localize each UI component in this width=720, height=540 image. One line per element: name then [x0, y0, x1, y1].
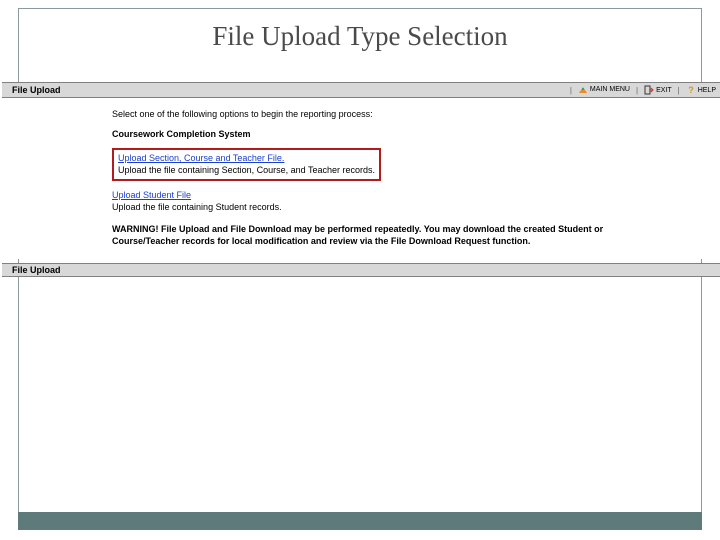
bottom-accent-bar [18, 512, 702, 530]
toolbar-actions: | MAIN MENU | EXIT | ? HELP [568, 85, 716, 95]
main-menu-button[interactable]: MAIN MENU [578, 85, 630, 95]
footer-bar: File Upload [2, 263, 720, 277]
highlighted-option: Upload Section, Course and Teacher File.… [112, 148, 381, 180]
svg-text:?: ? [688, 85, 694, 95]
separator: | [676, 86, 682, 95]
help-label: HELP [698, 87, 716, 94]
menu-icon [578, 85, 588, 95]
upload-student-file-link[interactable]: Upload Student File [112, 190, 191, 200]
separator: | [568, 86, 574, 95]
exit-label: EXIT [656, 87, 672, 94]
slide-title: File Upload Type Selection [19, 9, 701, 66]
intro-text: Select one of the following options to b… [112, 108, 720, 120]
option2-description: Upload the file containing Student recor… [112, 201, 720, 213]
system-heading: Coursework Completion System [112, 128, 720, 140]
toolbar: File Upload | MAIN MENU | EXIT | ? [2, 82, 720, 98]
separator: | [634, 86, 640, 95]
main-menu-label: MAIN MENU [590, 87, 630, 93]
content-area: Select one of the following options to b… [2, 98, 720, 259]
page-title: File Upload [12, 85, 568, 95]
exit-button[interactable]: EXIT [644, 85, 672, 95]
footer-title: File Upload [12, 265, 61, 275]
upload-section-course-teacher-link[interactable]: Upload Section, Course and Teacher File. [118, 153, 284, 163]
option1-description: Upload the file containing Section, Cour… [118, 164, 375, 176]
option-block: Upload Student File Upload the file cont… [112, 189, 720, 213]
help-icon: ? [686, 85, 696, 95]
exit-icon [644, 85, 654, 95]
app-screenshot: File Upload | MAIN MENU | EXIT | ? [2, 82, 720, 277]
warning-text: WARNING! File Upload and File Download m… [112, 223, 720, 247]
help-button[interactable]: ? HELP [686, 85, 716, 95]
